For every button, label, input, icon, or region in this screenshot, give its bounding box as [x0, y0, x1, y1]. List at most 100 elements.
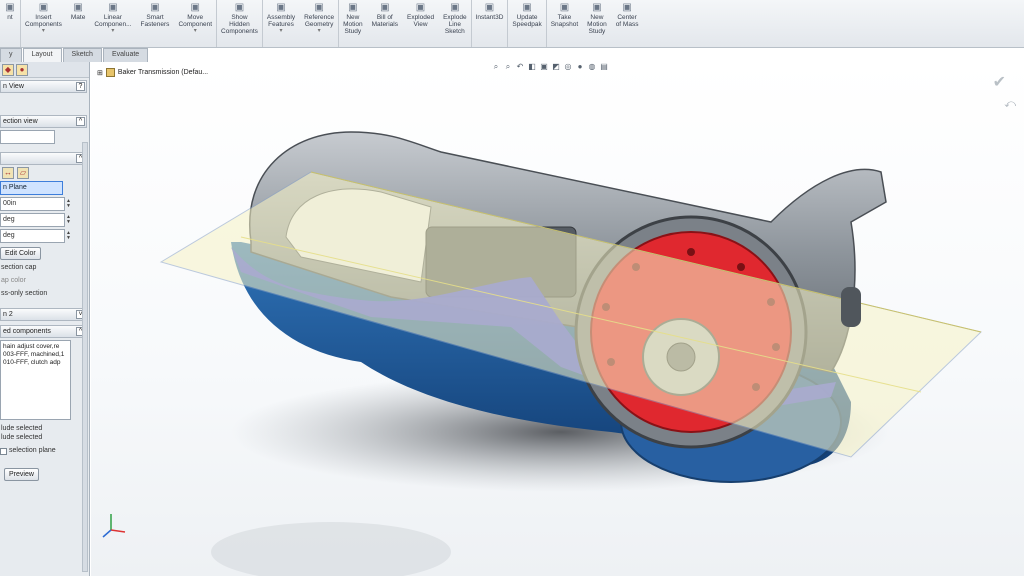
- ribbon-button-10[interactable]: ▣ Bill of Materials: [368, 0, 403, 47]
- ribbon-button-label: Bill of Materials: [371, 14, 398, 28]
- checkbox-icon[interactable]: [0, 447, 7, 455]
- exclude-selected-radio[interactable]: lude selected: [0, 424, 89, 433]
- panel-scrollbar[interactable]: [82, 142, 88, 572]
- dropdown-arrow-icon[interactable]: ▾: [279, 28, 282, 35]
- apply-scene-icon[interactable]: ◍: [587, 62, 597, 72]
- view-settings-icon[interactable]: ▤: [599, 62, 609, 72]
- assembly-features-icon: ▣: [276, 2, 286, 13]
- feature-tree-flyout[interactable]: ⊞ Baker Transmission (Defau...: [97, 68, 208, 77]
- dropdown-arrow-icon[interactable]: ▾: [194, 28, 197, 35]
- motion-study-icon: ▣: [592, 2, 602, 13]
- expand-icon[interactable]: ⊞: [97, 69, 103, 77]
- dropdown-arrow-icon[interactable]: ▾: [318, 28, 321, 35]
- reference-geometry-icon: ▣: [314, 2, 324, 13]
- ribbon-button-label: New Motion Study: [343, 14, 363, 35]
- ribbon-button-4[interactable]: ▣ Smart Fasteners: [137, 0, 175, 47]
- explode-line-icon: ▣: [450, 2, 460, 13]
- section-view-field[interactable]: [0, 130, 55, 144]
- cross-only-section-checkbox[interactable]: ss-only section: [0, 289, 89, 298]
- edit-color-button[interactable]: Edit Color: [0, 247, 41, 260]
- section-view-title: n View ?: [0, 80, 87, 93]
- components-list[interactable]: hain adjust cover,re 003-FFF, machined,1…: [0, 340, 71, 420]
- reverse-direction-icon[interactable]: ↔: [2, 167, 14, 179]
- section-view-group-header[interactable]: ection view ^: [0, 115, 87, 128]
- tab-assembly[interactable]: y: [0, 48, 22, 62]
- sectioned-components-label: ed components: [3, 328, 51, 335]
- zoom-to-fit-icon[interactable]: ⌕: [491, 62, 501, 72]
- list-item[interactable]: hain adjust cover,re: [3, 343, 68, 351]
- dropdown-arrow-icon[interactable]: ▾: [42, 28, 45, 35]
- graphics-area[interactable]: ⊞ Baker Transmission (Defau... ⌕ ⌕ ↶ ◧ ▣…: [91, 62, 1024, 576]
- assembly-icon: ▣: [5, 2, 15, 13]
- linear-pattern-icon: ▣: [108, 2, 118, 13]
- ribbon-button-label: Center of Mass: [615, 14, 639, 28]
- include-selected-radio[interactable]: lude selected: [0, 433, 89, 442]
- zoom-to-area-icon[interactable]: ⌕: [503, 62, 513, 72]
- instant3d-icon: ▣: [484, 2, 495, 13]
- smart-fasteners-icon: ▣: [150, 2, 160, 13]
- hide-show-icon[interactable]: ◎: [563, 62, 573, 72]
- property-manager-icon[interactable]: ●: [16, 64, 28, 76]
- edit-appearance-icon[interactable]: ●: [575, 62, 585, 72]
- section2-header[interactable]: n 2 ˅: [0, 308, 87, 321]
- view-orientation-icon[interactable]: ▣: [539, 62, 549, 72]
- ribbon-button-8[interactable]: ▣ Reference Geometry ▾: [300, 0, 340, 47]
- collapse-icon[interactable]: ^: [76, 117, 85, 126]
- section-view-model[interactable]: [91, 62, 1024, 576]
- ribbon-button-0[interactable]: ▣ nt: [0, 0, 21, 47]
- tab-evaluate[interactable]: Evaluate: [102, 48, 149, 62]
- ribbon-button-12[interactable]: ▣ Explode Line Sketch: [439, 0, 472, 47]
- ribbon-button-15[interactable]: ▣ Take Snapshot: [547, 0, 583, 47]
- tab-layout[interactable]: Layout: [22, 48, 62, 62]
- dropdown-arrow-icon[interactable]: ▾: [111, 28, 114, 35]
- panel-tab-icons: ◆ ●: [0, 62, 89, 78]
- x-rotation-value: deg: [3, 216, 15, 223]
- previous-view-icon[interactable]: ↶: [515, 62, 525, 72]
- show-hidden-icon: ▣: [234, 2, 245, 13]
- ribbon-button-16[interactable]: ▣ New Motion Study: [583, 0, 612, 47]
- sectioned-components-header[interactable]: ed components ^: [0, 325, 87, 338]
- list-item[interactable]: 003-FFF, machined,1: [3, 351, 68, 359]
- display-style-icon[interactable]: ◩: [551, 62, 561, 72]
- feature-manager-icon[interactable]: ◆: [2, 64, 14, 76]
- ribbon-button-9[interactable]: ▣ New Motion Study: [339, 0, 368, 47]
- preview-button[interactable]: Preview: [4, 468, 39, 481]
- section-cap-checkbox[interactable]: section cap: [0, 263, 89, 272]
- ribbon-button-13[interactable]: ▣ Instant3D: [472, 0, 509, 47]
- ribbon-button-7[interactable]: ▣ Assembly Features ▾: [263, 0, 300, 47]
- ribbon-button-17[interactable]: ▣ Center of Mass: [612, 0, 644, 47]
- help-icon[interactable]: ?: [76, 82, 85, 91]
- section1-header[interactable]: ^: [0, 152, 87, 165]
- plane-orientation-icon[interactable]: ▱: [17, 167, 29, 179]
- ribbon-button-1[interactable]: ▣ Insert Components ▾: [21, 0, 67, 47]
- mate-icon: ▣: [73, 2, 83, 13]
- tab-sketch[interactable]: Sketch: [62, 48, 102, 62]
- offset-spinner-icon[interactable]: ▲ ▼: [66, 199, 74, 209]
- list-item[interactable]: 010-FFF, clutch adp: [3, 359, 68, 367]
- ribbon-button-label: Reference Geometry: [304, 14, 335, 28]
- ribbon-button-label: Instant3D: [475, 14, 504, 21]
- ribbon-button-6[interactable]: ▣ Show Hidden Components: [217, 0, 263, 47]
- ribbon-button-14[interactable]: ▣ Update Speedpak: [508, 0, 547, 47]
- selection-plane-checkbox[interactable]: selection plane: [0, 446, 89, 456]
- rollback-icon[interactable]: ⤺: [1004, 98, 1016, 111]
- ribbon-button-5[interactable]: ▣ Move Component ▾: [174, 0, 218, 47]
- move-component-icon: ▣: [190, 2, 200, 13]
- ribbon-button-11[interactable]: ▣ Exploded View: [403, 0, 439, 47]
- offset-distance-field[interactable]: 00in ▲ ▼: [0, 197, 71, 211]
- insert-components-icon: ▣: [38, 2, 49, 13]
- document-title: Baker Transmission (Defau...: [117, 69, 209, 76]
- ribbon-button-2[interactable]: ▣ Mate: [67, 0, 90, 47]
- section-view-icon[interactable]: ◧: [527, 62, 537, 72]
- y-rotation-field[interactable]: deg ▲ ▼: [0, 229, 71, 243]
- x-rotation-field[interactable]: deg ▲ ▼: [0, 213, 71, 227]
- x-rotation-spinner-icon[interactable]: ▲ ▼: [66, 215, 74, 225]
- ribbon-button-label: Exploded View: [406, 14, 435, 28]
- confirm-check-icon[interactable]: ✔: [993, 72, 1006, 92]
- property-manager-panel: ◆ ● n View ? ection view ^ ^ ↔ ▱ n Plane…: [0, 62, 90, 576]
- ribbon-button-3[interactable]: ▣ Linear Componen... ▾: [90, 0, 136, 47]
- snapshot-icon: ▣: [559, 2, 570, 13]
- panel-title: n View: [3, 83, 24, 90]
- y-rotation-spinner-icon[interactable]: ▲ ▼: [66, 231, 74, 241]
- section-plane-field[interactable]: n Plane: [0, 181, 63, 195]
